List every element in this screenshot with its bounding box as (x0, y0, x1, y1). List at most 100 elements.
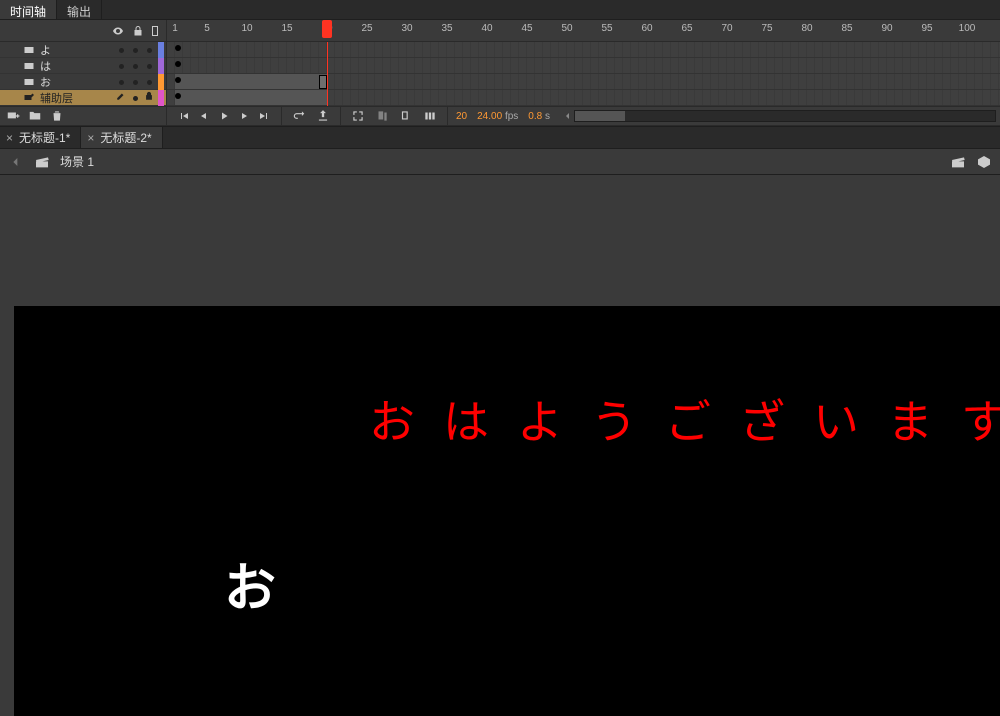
frames-row[interactable] (167, 58, 1000, 74)
scene-name[interactable]: 场景 1 (60, 153, 94, 170)
ruler-tick: 25 (361, 23, 372, 34)
layer-dot[interactable] (128, 92, 142, 104)
layer-dot[interactable] (128, 44, 142, 56)
ruler-tick: 95 (921, 23, 932, 34)
ruler-tick: 65 (681, 23, 692, 34)
ruler-tick: 15 (281, 23, 292, 34)
stage-text-white[interactable]: お (224, 546, 276, 621)
layer-color-swatch (158, 42, 164, 58)
layer-dot[interactable] (114, 44, 128, 56)
helper-layer-icon (22, 91, 36, 105)
keyframe[interactable] (175, 93, 181, 99)
panel-tab-timeline[interactable]: 时间轴 (0, 0, 57, 19)
layer-dot[interactable] (142, 76, 156, 88)
play-button[interactable] (215, 107, 233, 125)
outline-icon[interactable] (152, 26, 158, 36)
document-tab[interactable]: × 无标题-2* (81, 127, 162, 148)
edit-scene-icon[interactable] (950, 154, 966, 170)
document-tabs: × 无标题-1* × 无标题-2* (0, 127, 1000, 149)
ruler-tick: 1 (172, 23, 178, 34)
layer-dot[interactable] (142, 60, 156, 72)
layer-name-label: よ (40, 42, 114, 58)
layer-name-label: お (40, 74, 114, 90)
ruler-tick: 30 (401, 23, 412, 34)
new-folder-button[interactable] (26, 107, 44, 125)
ruler-tick: 60 (641, 23, 652, 34)
document-tab[interactable]: × 无标题-1* (0, 127, 81, 148)
scene-bar: 场景 1 (0, 149, 1000, 175)
export-button[interactable] (314, 107, 332, 125)
lock-icon[interactable] (132, 24, 144, 38)
layer-dot[interactable] (128, 60, 142, 72)
layer-color-swatch (158, 58, 164, 74)
ruler-tick: 100 (959, 23, 976, 34)
layer-column-header (0, 20, 167, 41)
layer-icon (22, 59, 36, 73)
current-frame-value[interactable]: 20 (456, 111, 467, 122)
stage-canvas[interactable]: おはようございます お (14, 306, 1000, 716)
layer-row[interactable]: 辅助层 (0, 90, 166, 106)
symbol-icon[interactable] (976, 154, 992, 170)
layer-color-swatch (158, 74, 164, 90)
playhead-line (327, 42, 328, 106)
ruler-tick: 55 (601, 23, 612, 34)
ruler-tick: 5 (204, 23, 210, 34)
close-icon[interactable]: × (6, 131, 13, 145)
layer-name-label: 辅助层 (40, 90, 114, 106)
center-frame-button[interactable] (349, 107, 367, 125)
layer-row[interactable]: は (0, 58, 166, 74)
fps-value[interactable]: 24.00 (477, 111, 502, 122)
onion-skin-button[interactable] (373, 107, 391, 125)
delete-layer-button[interactable] (48, 107, 66, 125)
ruler-tick: 80 (801, 23, 812, 34)
layer-dot[interactable] (142, 44, 156, 56)
ruler-tick: 35 (441, 23, 452, 34)
ruler-tick: 70 (721, 23, 732, 34)
loop-button[interactable] (290, 107, 308, 125)
close-icon[interactable]: × (87, 131, 94, 145)
layer-row[interactable]: よ (0, 42, 166, 58)
edit-multiple-frames-button[interactable] (421, 107, 439, 125)
ruler-tick: 40 (481, 23, 492, 34)
panel-tab-output[interactable]: 输出 (57, 0, 102, 19)
layer-dot[interactable] (114, 76, 128, 88)
frames-scrollbar[interactable] (558, 110, 1000, 122)
layer-name-label: は (40, 58, 114, 74)
step-forward-button[interactable] (235, 107, 253, 125)
frames-row[interactable] (167, 74, 1000, 90)
playhead-handle[interactable] (322, 20, 332, 38)
onion-skin-outline-button[interactable] (397, 107, 415, 125)
ruler-tick: 45 (521, 23, 532, 34)
time-value: 0.8 (528, 111, 542, 122)
scene-icon (34, 154, 50, 170)
document-tab-label: 无标题-2* (100, 129, 151, 146)
lock-icon[interactable] (142, 91, 156, 104)
layer-dot[interactable] (128, 76, 142, 88)
keyframe[interactable] (175, 77, 181, 83)
layer-icon (22, 75, 36, 89)
ruler-tick: 10 (241, 23, 252, 34)
layer-color-swatch (158, 90, 164, 106)
go-last-frame-button[interactable] (255, 107, 273, 125)
frame-end[interactable] (319, 75, 327, 89)
frames-area[interactable] (167, 42, 1000, 106)
frames-row[interactable] (167, 90, 1000, 106)
go-first-frame-button[interactable] (175, 107, 193, 125)
frame-ruler[interactable]: 1510152025303540455055606570758085909510… (167, 20, 1000, 41)
layer-icon (22, 43, 36, 57)
keyframe[interactable] (175, 61, 181, 67)
timeline-stats: 20 24.00 fps 0.8 s (448, 111, 558, 122)
pencil-icon (114, 91, 128, 104)
keyframe[interactable] (175, 45, 181, 51)
visibility-icon[interactable] (112, 24, 124, 38)
back-icon[interactable] (8, 154, 24, 170)
step-back-button[interactable] (195, 107, 213, 125)
new-layer-button[interactable] (4, 107, 22, 125)
stage-viewport[interactable]: おはようございます お (14, 210, 1000, 716)
layer-dot[interactable] (114, 60, 128, 72)
layer-list: よはお辅助层 (0, 42, 167, 106)
layer-row[interactable]: お (0, 74, 166, 90)
frames-row[interactable] (167, 42, 1000, 58)
stage-text-red[interactable]: おはようございます (369, 386, 1000, 452)
document-tab-label: 无标题-1* (19, 129, 70, 146)
